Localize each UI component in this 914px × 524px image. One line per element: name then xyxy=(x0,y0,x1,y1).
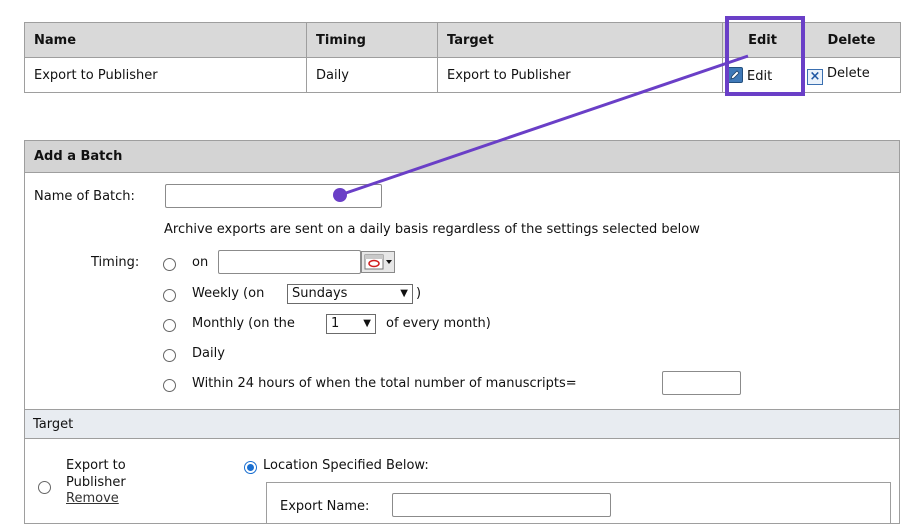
annotation-dot xyxy=(333,188,347,202)
annotation-line xyxy=(339,54,749,197)
annotation-arrow xyxy=(333,54,749,202)
